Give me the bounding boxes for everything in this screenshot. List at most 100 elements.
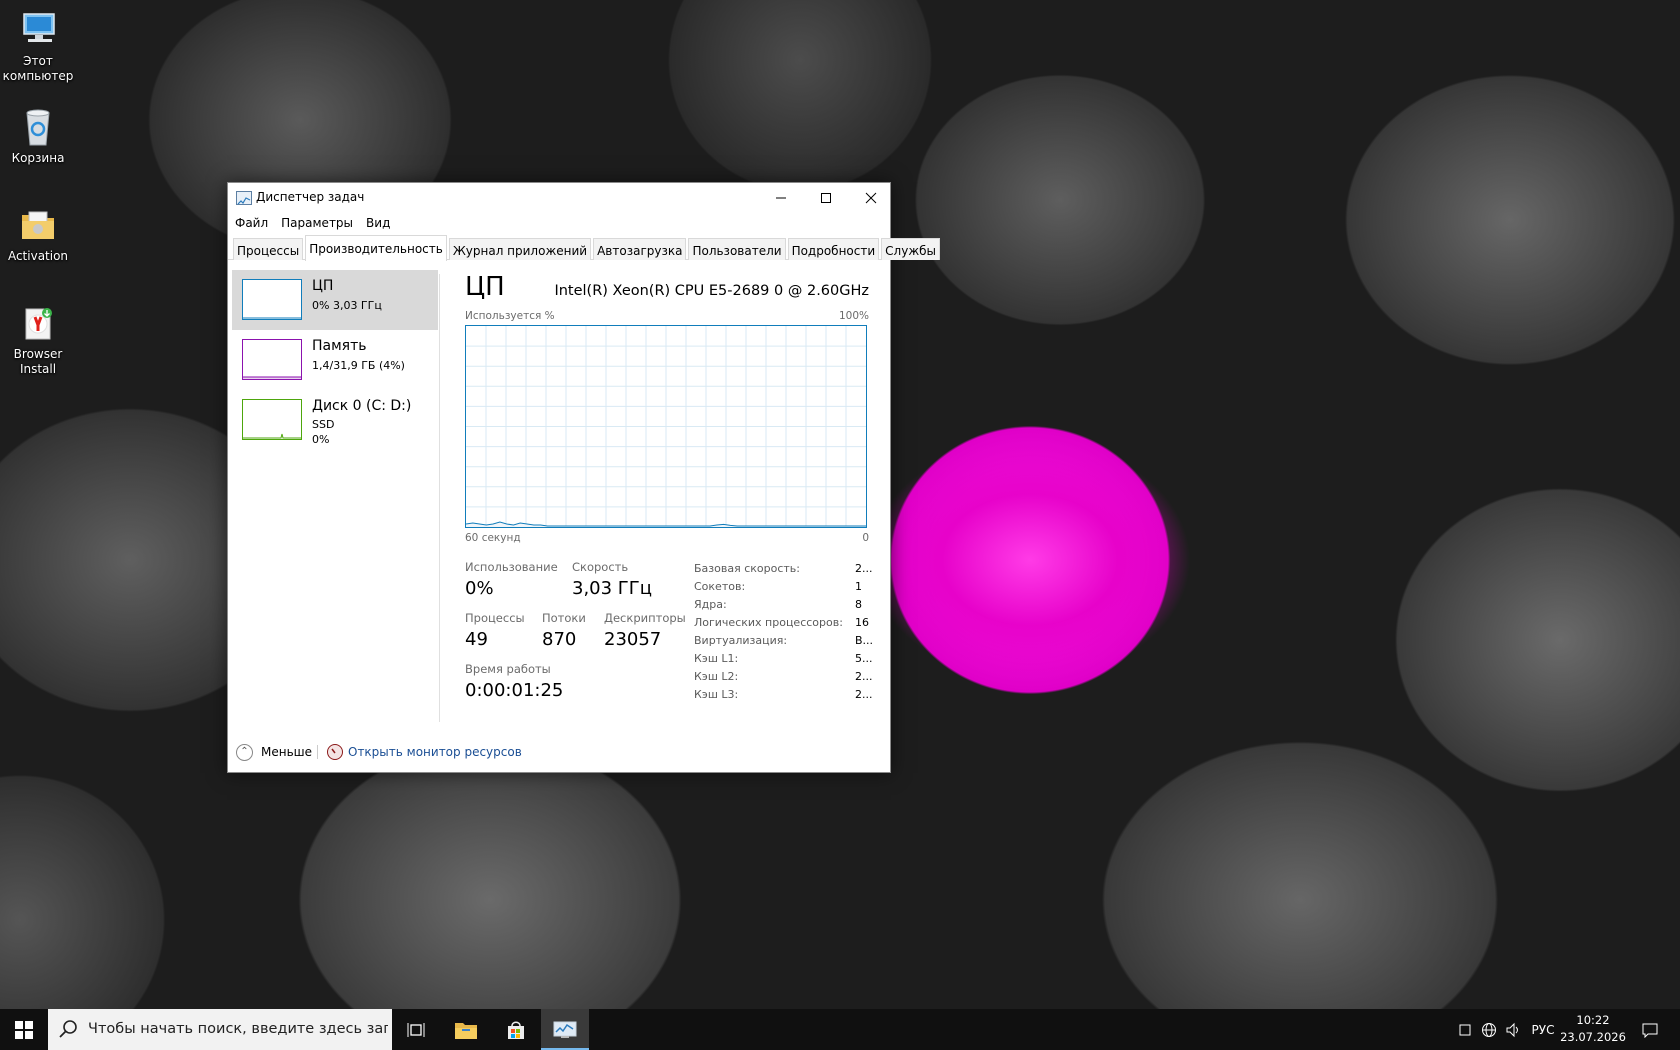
disk-thumbnail-graph [242,399,302,440]
spec-sockets-value: 1 [855,580,862,593]
panel-divider [439,274,440,722]
cpu-heading: ЦП [465,272,505,302]
sidebar-item-label: ЦП [312,278,334,294]
graph-label-max: 100% [838,310,869,322]
usage-value: 0% [465,578,494,599]
tray-volume[interactable] [1502,1009,1524,1050]
speaker-icon [1506,1022,1518,1037]
task-view-icon [407,1022,425,1037]
desktop-icon-label: Этот [23,54,53,68]
minimize-button[interactable] [758,183,803,213]
handles-label: Дескрипторы [604,611,686,625]
desktop-icon-recycle-bin[interactable]: Корзина [0,107,76,166]
processes-label: Процессы [465,611,525,625]
open-resource-monitor-link[interactable]: Открыть монитор ресурсов [348,745,522,759]
performance-sidebar: ЦП 0% 3,03 ГГц Память 1,4/31,9 ГБ (4%) Д… [232,270,438,720]
cpu-usage-graph-svg [465,326,866,527]
tab-startup[interactable]: Автозагрузка [593,238,687,260]
taskbar-task-manager[interactable] [541,1009,589,1050]
handles-value: 23057 [604,629,662,650]
sidebar-item-cpu[interactable]: ЦП 0% 3,03 ГГц [232,270,438,330]
clock-time: 10:22 [1576,1013,1610,1027]
windows-logo-icon [15,1020,33,1039]
taskbar-search-box[interactable]: Чтобы начать поиск, введите здесь запрос [48,1009,392,1050]
speed-label: Скорость [572,560,629,574]
tab-performance[interactable]: Производительность [305,235,447,261]
graph-label-min: 0 [862,532,869,544]
tab-users[interactable]: Пользователи [688,238,786,260]
sidebar-item-disk[interactable]: Диск 0 (C: D:) SSD 0% [232,390,438,450]
tablet-mode-icon [1459,1024,1471,1035]
desktop-icon-activation[interactable]: Activation [0,205,76,264]
spec-l1-cache-value: 5... [855,652,873,665]
close-button[interactable] [848,183,893,213]
menu-file[interactable]: Файл [235,213,275,235]
speed-value: 3,03 ГГц [572,578,653,599]
this-pc-icon [18,10,58,50]
globe-network-icon [1482,1022,1496,1037]
taskbar: Чтобы начать поиск, введите здесь запрос [0,1009,1680,1050]
task-view-button[interactable] [392,1009,440,1050]
desktop-icon-browser-install[interactable]: Browser Install [0,303,76,377]
clock-date: 23.07.2026 [1560,1030,1626,1044]
tray-show-hidden[interactable] [1456,1009,1474,1050]
action-center-icon [1642,1023,1658,1038]
spec-base-speed-value: 2... [855,562,873,575]
spec-base-speed-label: Базовая скорость: [694,562,800,575]
desktop-icon-label: компьютер [2,69,74,83]
spec-virtualization-value: В... [855,634,874,647]
desktop-icon-label: Корзина [11,151,65,165]
maximize-button[interactable] [803,183,848,213]
tab-app-history[interactable]: Журнал приложений [448,238,592,260]
spec-l3-cache-value: 2... [855,688,873,701]
cpu-model-name: Intel(R) Xeon(R) CPU E5-2689 0 @ 2.60GHz [554,283,869,299]
sidebar-item-detail: 1,4/31,9 ГБ (4%) [312,359,405,372]
spec-logical-processors-value: 16 [855,616,869,629]
spec-l1-cache-label: Кэш L1: [694,652,739,665]
yandex-browser-icon [18,303,58,343]
search-icon [59,1020,77,1038]
spec-sockets-label: Сокетов: [694,580,746,593]
sidebar-item-memory[interactable]: Память 1,4/31,9 ГБ (4%) [232,330,438,390]
graph-label-usage: Используется % [465,310,555,322]
spec-virtualization-label: Виртуализация: [694,634,788,647]
task-manager-icon [553,1021,577,1038]
spec-cores-value: 8 [855,598,862,611]
taskbar-file-explorer[interactable] [442,1009,490,1050]
fewer-details-button[interactable]: Меньше [261,745,312,759]
cpu-detail-panel: ЦП Intel(R) Xeon(R) CPU E5-2689 0 @ 2.60… [465,270,873,720]
menu-bar: Файл Параметры Вид [228,213,890,235]
chevron-up-icon[interactable]: ⌃ [236,744,253,761]
tab-details[interactable]: Подробности [787,238,880,260]
spec-l2-cache-label: Кэш L2: [694,670,739,683]
uptime-label: Время работы [465,662,551,676]
tab-services[interactable]: Службы [881,238,941,260]
tab-processes[interactable]: Процессы [233,238,304,260]
sidebar-item-detail: 0% 3,03 ГГц [312,299,382,312]
title-bar[interactable]: Диспетчер задач [228,183,890,213]
store-icon [508,1021,524,1039]
start-button[interactable] [0,1009,48,1050]
desktop-icon-this-pc[interactable]: Этот компьютер [0,10,76,84]
sidebar-item-label: Диск 0 (C: D:) [312,398,412,414]
tray-notifications[interactable] [1636,1009,1664,1050]
tab-strip: Процессы Производительность Журнал прило… [228,235,941,261]
desktop-icon-label: Install [19,362,57,376]
tray-network[interactable] [1478,1009,1500,1050]
window-title: Диспетчер задач [256,190,365,204]
threads-value: 870 [542,629,577,650]
tray-language[interactable]: РУС [1526,1009,1560,1050]
spec-logical-processors-label: Логических процессоров: [694,616,843,629]
desktop-icon-label: Activation [7,249,69,263]
sidebar-item-detail: 0% [312,433,330,446]
file-explorer-icon [455,1022,477,1039]
search-placeholder: Чтобы начать поиск, введите здесь запрос [88,1021,388,1037]
spec-l2-cache-value: 2... [855,670,873,683]
recycle-bin-icon [18,107,58,147]
taskbar-store[interactable] [492,1009,540,1050]
sidebar-item-label: Память [312,338,367,354]
menu-view[interactable]: Вид [366,213,397,235]
menu-options[interactable]: Параметры [281,213,360,235]
tray-clock[interactable]: 10:22 23.07.2026 [1560,1012,1626,1046]
cpu-usage-graph [465,325,867,528]
